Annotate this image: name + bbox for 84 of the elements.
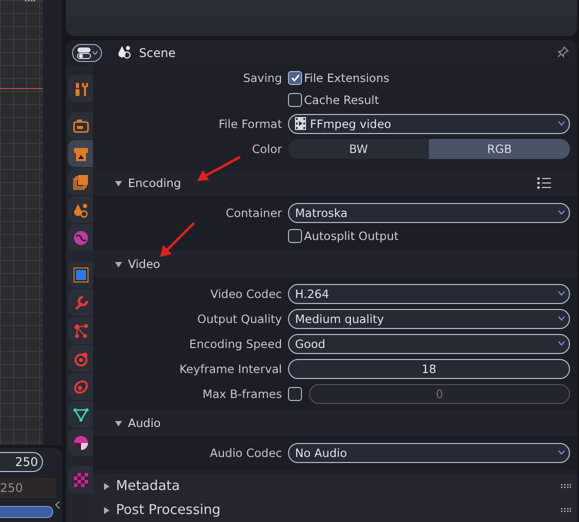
chevron-icon <box>558 210 565 215</box>
disclosure-triangle-icon[interactable] <box>115 260 122 268</box>
nodes-icon <box>72 322 88 338</box>
properties-tab[interactable] <box>68 112 93 139</box>
editor-type-button[interactable] <box>72 44 102 62</box>
square-icon <box>72 266 88 282</box>
panel-title: Post Processing <box>116 502 221 518</box>
checkmark-icon <box>290 74 300 82</box>
field-label: Video Codec <box>209 286 282 300</box>
properties-tab[interactable] <box>68 429 93 456</box>
panel-header[interactable]: Metadata <box>93 474 577 498</box>
subpanel-title: Audio <box>128 416 161 430</box>
dropdown[interactable]: FFmpeg video <box>288 114 570 134</box>
dropdown[interactable]: Matroska <box>288 202 570 222</box>
field-label: Audio Codec <box>208 446 282 460</box>
disclosure-triangle-icon[interactable] <box>103 482 110 490</box>
properties-tab[interactable] <box>68 168 93 195</box>
field-label: Color <box>250 142 282 156</box>
disclosure-triangle-icon[interactable] <box>115 420 122 426</box>
context-title: Scene <box>139 46 176 60</box>
checker-icon <box>72 472 88 488</box>
properties-tab[interactable] <box>68 401 93 428</box>
list-icon[interactable] <box>537 177 551 189</box>
screwdriver-wrench-icon <box>72 80 88 96</box>
sphere-icon <box>72 434 88 450</box>
checkbox-label: Autosplit Output <box>304 229 398 243</box>
panel-title: Metadata <box>116 478 180 494</box>
drag-handle-icon[interactable] <box>561 484 571 488</box>
field-label: File Format <box>218 116 282 130</box>
field-label: Container <box>224 206 282 220</box>
pin-icon[interactable] <box>557 46 569 58</box>
checkbox[interactable] <box>288 229 302 243</box>
dropdown[interactable]: Good <box>288 334 570 354</box>
scene-icon <box>118 44 131 58</box>
disclosure-triangle-icon[interactable] <box>103 506 110 514</box>
drag-handle-icon[interactable] <box>25 0 35 3</box>
field-label: Output Quality <box>196 312 282 326</box>
toggle-option[interactable]: BW <box>288 138 429 158</box>
chevron-icon <box>558 341 565 346</box>
camera-icon <box>72 118 88 134</box>
scrollbar[interactable] <box>0 506 53 518</box>
globe-icon <box>72 230 88 246</box>
field-label: Encoding Speed <box>188 336 282 350</box>
properties-tab[interactable] <box>68 261 93 288</box>
film-icon <box>295 117 306 130</box>
checkbox-label: Cache Result <box>304 93 379 107</box>
dropdown[interactable]: Medium quality <box>288 308 570 328</box>
triangle-mesh-icon <box>72 406 88 422</box>
chevron-icon <box>558 450 565 455</box>
image-stack-icon <box>72 174 88 190</box>
subpanel-title: Video <box>128 257 160 271</box>
checkbox[interactable] <box>288 386 302 400</box>
properties-tab[interactable] <box>68 196 93 223</box>
drag-handle-icon[interactable] <box>561 508 571 512</box>
orbit-icon <box>72 350 88 366</box>
toggle-icon <box>76 47 90 59</box>
checkbox[interactable] <box>288 93 302 107</box>
printer-icon <box>72 146 88 162</box>
field-label: Keyframe Interval <box>178 362 282 376</box>
chevron-icon <box>558 291 565 296</box>
chevron-icon <box>558 316 565 321</box>
dropdown[interactable]: H.264 <box>288 284 570 304</box>
number-field[interactable]: 18 <box>288 358 570 378</box>
playhead-line <box>0 88 43 89</box>
disclosure-triangle-icon[interactable] <box>115 180 122 186</box>
dropdown[interactable]: No Audio <box>288 442 570 462</box>
annotation-arrow <box>158 221 196 259</box>
field-label: Max B-frames <box>201 386 282 400</box>
panel-header[interactable]: Post Processing <box>93 498 577 522</box>
field-label: Saving <box>242 71 282 85</box>
annotation-arrow <box>195 155 242 183</box>
subpanel-title: Encoding <box>128 176 181 190</box>
properties-tab[interactable] <box>68 140 93 167</box>
current-frame-label: 250 <box>0 478 56 498</box>
wrench-icon <box>72 294 88 310</box>
drops-icon <box>72 202 88 218</box>
ring-icon <box>72 378 88 394</box>
checkbox-label: File Extensions <box>304 71 390 85</box>
chevron-icon <box>558 121 565 126</box>
checkbox[interactable] <box>288 71 302 85</box>
properties-tab[interactable] <box>68 75 93 102</box>
chevron-icon <box>92 51 98 55</box>
frame-end-field[interactable]: 250 <box>0 452 43 472</box>
toggle-option[interactable]: RGB <box>429 138 570 158</box>
